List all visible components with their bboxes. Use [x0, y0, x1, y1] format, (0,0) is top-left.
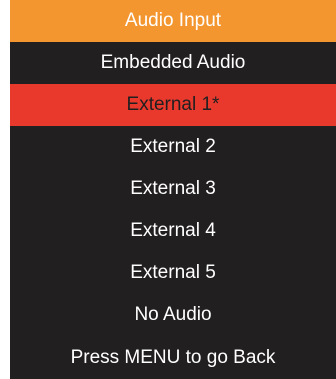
menu-back-hint: Press MENU to go Back [70, 347, 276, 368]
menu-item-no-audio[interactable]: No Audio [10, 294, 336, 336]
menu-item-external-5[interactable]: External 5 [10, 252, 336, 294]
menu-item-external-3[interactable]: External 3 [10, 168, 336, 210]
menu-item-external-2[interactable]: External 2 [10, 126, 336, 168]
audio-input-menu: Audio Input Embedded Audio External 1* E… [10, 0, 336, 379]
menu-item-external-1[interactable]: External 1* [10, 84, 336, 126]
menu-item-external-4[interactable]: External 4 [10, 210, 336, 252]
menu-title: Audio Input [10, 0, 336, 42]
menu-item-embedded-audio[interactable]: Embedded Audio [10, 42, 336, 84]
